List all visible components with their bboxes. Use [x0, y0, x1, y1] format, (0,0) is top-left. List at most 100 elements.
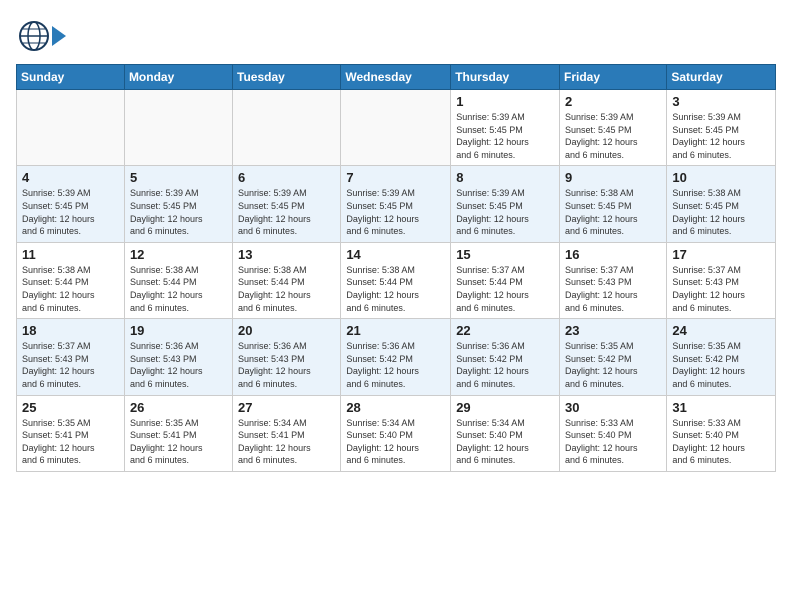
calendar-cell: 19 Sunrise: 5:36 AM Sunset: 5:43 PM Dayli…	[124, 319, 232, 395]
day-number: 25	[22, 400, 120, 415]
day-info: Sunrise: 5:33 AM Sunset: 5:40 PM Dayligh…	[565, 417, 662, 467]
calendar-cell: 5 Sunrise: 5:39 AM Sunset: 5:45 PM Daylig…	[124, 166, 232, 242]
day-number: 28	[346, 400, 446, 415]
day-number: 17	[672, 247, 771, 262]
day-info: Sunrise: 5:35 AM Sunset: 5:42 PM Dayligh…	[672, 340, 771, 390]
weekday-header-saturday: Saturday	[667, 65, 776, 90]
day-info: Sunrise: 5:39 AM Sunset: 5:45 PM Dayligh…	[130, 187, 228, 237]
calendar-cell: 2 Sunrise: 5:39 AM Sunset: 5:45 PM Daylig…	[560, 90, 667, 166]
calendar-cell: 24 Sunrise: 5:35 AM Sunset: 5:42 PM Dayli…	[667, 319, 776, 395]
day-info: Sunrise: 5:38 AM Sunset: 5:44 PM Dayligh…	[346, 264, 446, 314]
day-number: 13	[238, 247, 336, 262]
day-info: Sunrise: 5:37 AM Sunset: 5:43 PM Dayligh…	[672, 264, 771, 314]
calendar-cell: 26 Sunrise: 5:35 AM Sunset: 5:41 PM Dayli…	[124, 395, 232, 471]
day-number: 20	[238, 323, 336, 338]
day-number: 29	[456, 400, 555, 415]
weekday-header-tuesday: Tuesday	[233, 65, 341, 90]
day-info: Sunrise: 5:33 AM Sunset: 5:40 PM Dayligh…	[672, 417, 771, 467]
calendar-cell: 12 Sunrise: 5:38 AM Sunset: 5:44 PM Dayli…	[124, 242, 232, 318]
calendar-cell: 6 Sunrise: 5:39 AM Sunset: 5:45 PM Daylig…	[233, 166, 341, 242]
day-number: 19	[130, 323, 228, 338]
day-info: Sunrise: 5:36 AM Sunset: 5:42 PM Dayligh…	[346, 340, 446, 390]
calendar-cell: 13 Sunrise: 5:38 AM Sunset: 5:44 PM Dayli…	[233, 242, 341, 318]
day-number: 7	[346, 170, 446, 185]
calendar-cell: 10Sunrise: 5:38 AM Sunset: 5:45 PM Dayli…	[667, 166, 776, 242]
logo-icon	[16, 16, 66, 56]
calendar-cell: 20 Sunrise: 5:36 AM Sunset: 5:43 PM Dayli…	[233, 319, 341, 395]
day-info: Sunrise: 5:38 AM Sunset: 5:44 PM Dayligh…	[238, 264, 336, 314]
day-number: 21	[346, 323, 446, 338]
day-number: 15	[456, 247, 555, 262]
calendar-cell	[341, 90, 451, 166]
week-row-4: 18Sunrise: 5:37 AM Sunset: 5:43 PM Dayli…	[17, 319, 776, 395]
calendar-cell: 30 Sunrise: 5:33 AM Sunset: 5:40 PM Dayli…	[560, 395, 667, 471]
day-info: Sunrise: 5:35 AM Sunset: 5:41 PM Dayligh…	[130, 417, 228, 467]
calendar-cell: 9Sunrise: 5:38 AM Sunset: 5:45 PM Daylig…	[560, 166, 667, 242]
day-info: Sunrise: 5:39 AM Sunset: 5:45 PM Dayligh…	[456, 187, 555, 237]
weekday-header-sunday: Sunday	[17, 65, 125, 90]
day-number: 2	[565, 94, 662, 109]
day-info: Sunrise: 5:36 AM Sunset: 5:43 PM Dayligh…	[238, 340, 336, 390]
weekday-header-thursday: Thursday	[451, 65, 560, 90]
day-number: 4	[22, 170, 120, 185]
day-info: Sunrise: 5:39 AM Sunset: 5:45 PM Dayligh…	[456, 111, 555, 161]
calendar-cell	[17, 90, 125, 166]
week-row-3: 11 Sunrise: 5:38 AM Sunset: 5:44 PM Dayli…	[17, 242, 776, 318]
day-info: Sunrise: 5:35 AM Sunset: 5:41 PM Dayligh…	[22, 417, 120, 467]
calendar-cell: 22 Sunrise: 5:36 AM Sunset: 5:42 PM Dayli…	[451, 319, 560, 395]
day-info: Sunrise: 5:39 AM Sunset: 5:45 PM Dayligh…	[672, 111, 771, 161]
calendar-cell: 8Sunrise: 5:39 AM Sunset: 5:45 PM Daylig…	[451, 166, 560, 242]
day-number: 9	[565, 170, 662, 185]
day-info: Sunrise: 5:34 AM Sunset: 5:40 PM Dayligh…	[456, 417, 555, 467]
day-number: 26	[130, 400, 228, 415]
day-number: 10	[672, 170, 771, 185]
calendar-cell: 21 Sunrise: 5:36 AM Sunset: 5:42 PM Dayli…	[341, 319, 451, 395]
calendar-cell: 15 Sunrise: 5:37 AM Sunset: 5:44 PM Dayli…	[451, 242, 560, 318]
calendar-cell: 31 Sunrise: 5:33 AM Sunset: 5:40 PM Dayli…	[667, 395, 776, 471]
day-number: 18	[22, 323, 120, 338]
day-info: Sunrise: 5:35 AM Sunset: 5:42 PM Dayligh…	[565, 340, 662, 390]
day-number: 6	[238, 170, 336, 185]
weekday-header-wednesday: Wednesday	[341, 65, 451, 90]
day-info: Sunrise: 5:39 AM Sunset: 5:45 PM Dayligh…	[22, 187, 120, 237]
day-info: Sunrise: 5:38 AM Sunset: 5:44 PM Dayligh…	[130, 264, 228, 314]
calendar-cell: 28 Sunrise: 5:34 AM Sunset: 5:40 PM Dayli…	[341, 395, 451, 471]
calendar-cell: 4 Sunrise: 5:39 AM Sunset: 5:45 PM Daylig…	[17, 166, 125, 242]
day-number: 3	[672, 94, 771, 109]
day-number: 12	[130, 247, 228, 262]
week-row-5: 25 Sunrise: 5:35 AM Sunset: 5:41 PM Dayli…	[17, 395, 776, 471]
day-info: Sunrise: 5:36 AM Sunset: 5:42 PM Dayligh…	[456, 340, 555, 390]
day-number: 22	[456, 323, 555, 338]
day-info: Sunrise: 5:37 AM Sunset: 5:44 PM Dayligh…	[456, 264, 555, 314]
calendar-cell: 14 Sunrise: 5:38 AM Sunset: 5:44 PM Dayli…	[341, 242, 451, 318]
day-info: Sunrise: 5:34 AM Sunset: 5:41 PM Dayligh…	[238, 417, 336, 467]
calendar-table: SundayMondayTuesdayWednesdayThursdayFrid…	[16, 64, 776, 472]
calendar-cell: 18Sunrise: 5:37 AM Sunset: 5:43 PM Dayli…	[17, 319, 125, 395]
calendar-cell: 7 Sunrise: 5:39 AM Sunset: 5:45 PM Daylig…	[341, 166, 451, 242]
day-info: Sunrise: 5:39 AM Sunset: 5:45 PM Dayligh…	[238, 187, 336, 237]
day-info: Sunrise: 5:39 AM Sunset: 5:45 PM Dayligh…	[346, 187, 446, 237]
page-header	[16, 16, 776, 56]
calendar-cell: 1Sunrise: 5:39 AM Sunset: 5:45 PM Daylig…	[451, 90, 560, 166]
day-info: Sunrise: 5:36 AM Sunset: 5:43 PM Dayligh…	[130, 340, 228, 390]
calendar-cell: 11Sunrise: 5:38 AM Sunset: 5:44 PM Dayli…	[17, 242, 125, 318]
day-info: Sunrise: 5:34 AM Sunset: 5:40 PM Dayligh…	[346, 417, 446, 467]
calendar-cell: 3 Sunrise: 5:39 AM Sunset: 5:45 PM Daylig…	[667, 90, 776, 166]
day-number: 30	[565, 400, 662, 415]
day-number: 5	[130, 170, 228, 185]
day-number: 24	[672, 323, 771, 338]
week-row-1: 1Sunrise: 5:39 AM Sunset: 5:45 PM Daylig…	[17, 90, 776, 166]
calendar-cell: 23Sunrise: 5:35 AM Sunset: 5:42 PM Dayli…	[560, 319, 667, 395]
weekday-header-row: SundayMondayTuesdayWednesdayThursdayFrid…	[17, 65, 776, 90]
calendar-cell	[124, 90, 232, 166]
calendar-cell: 17 Sunrise: 5:37 AM Sunset: 5:43 PM Dayli…	[667, 242, 776, 318]
day-number: 27	[238, 400, 336, 415]
day-number: 14	[346, 247, 446, 262]
logo	[16, 16, 68, 56]
day-number: 31	[672, 400, 771, 415]
weekday-header-friday: Friday	[560, 65, 667, 90]
day-number: 11	[22, 247, 120, 262]
day-info: Sunrise: 5:37 AM Sunset: 5:43 PM Dayligh…	[565, 264, 662, 314]
day-info: Sunrise: 5:39 AM Sunset: 5:45 PM Dayligh…	[565, 111, 662, 161]
calendar-cell: 29 Sunrise: 5:34 AM Sunset: 5:40 PM Dayli…	[451, 395, 560, 471]
